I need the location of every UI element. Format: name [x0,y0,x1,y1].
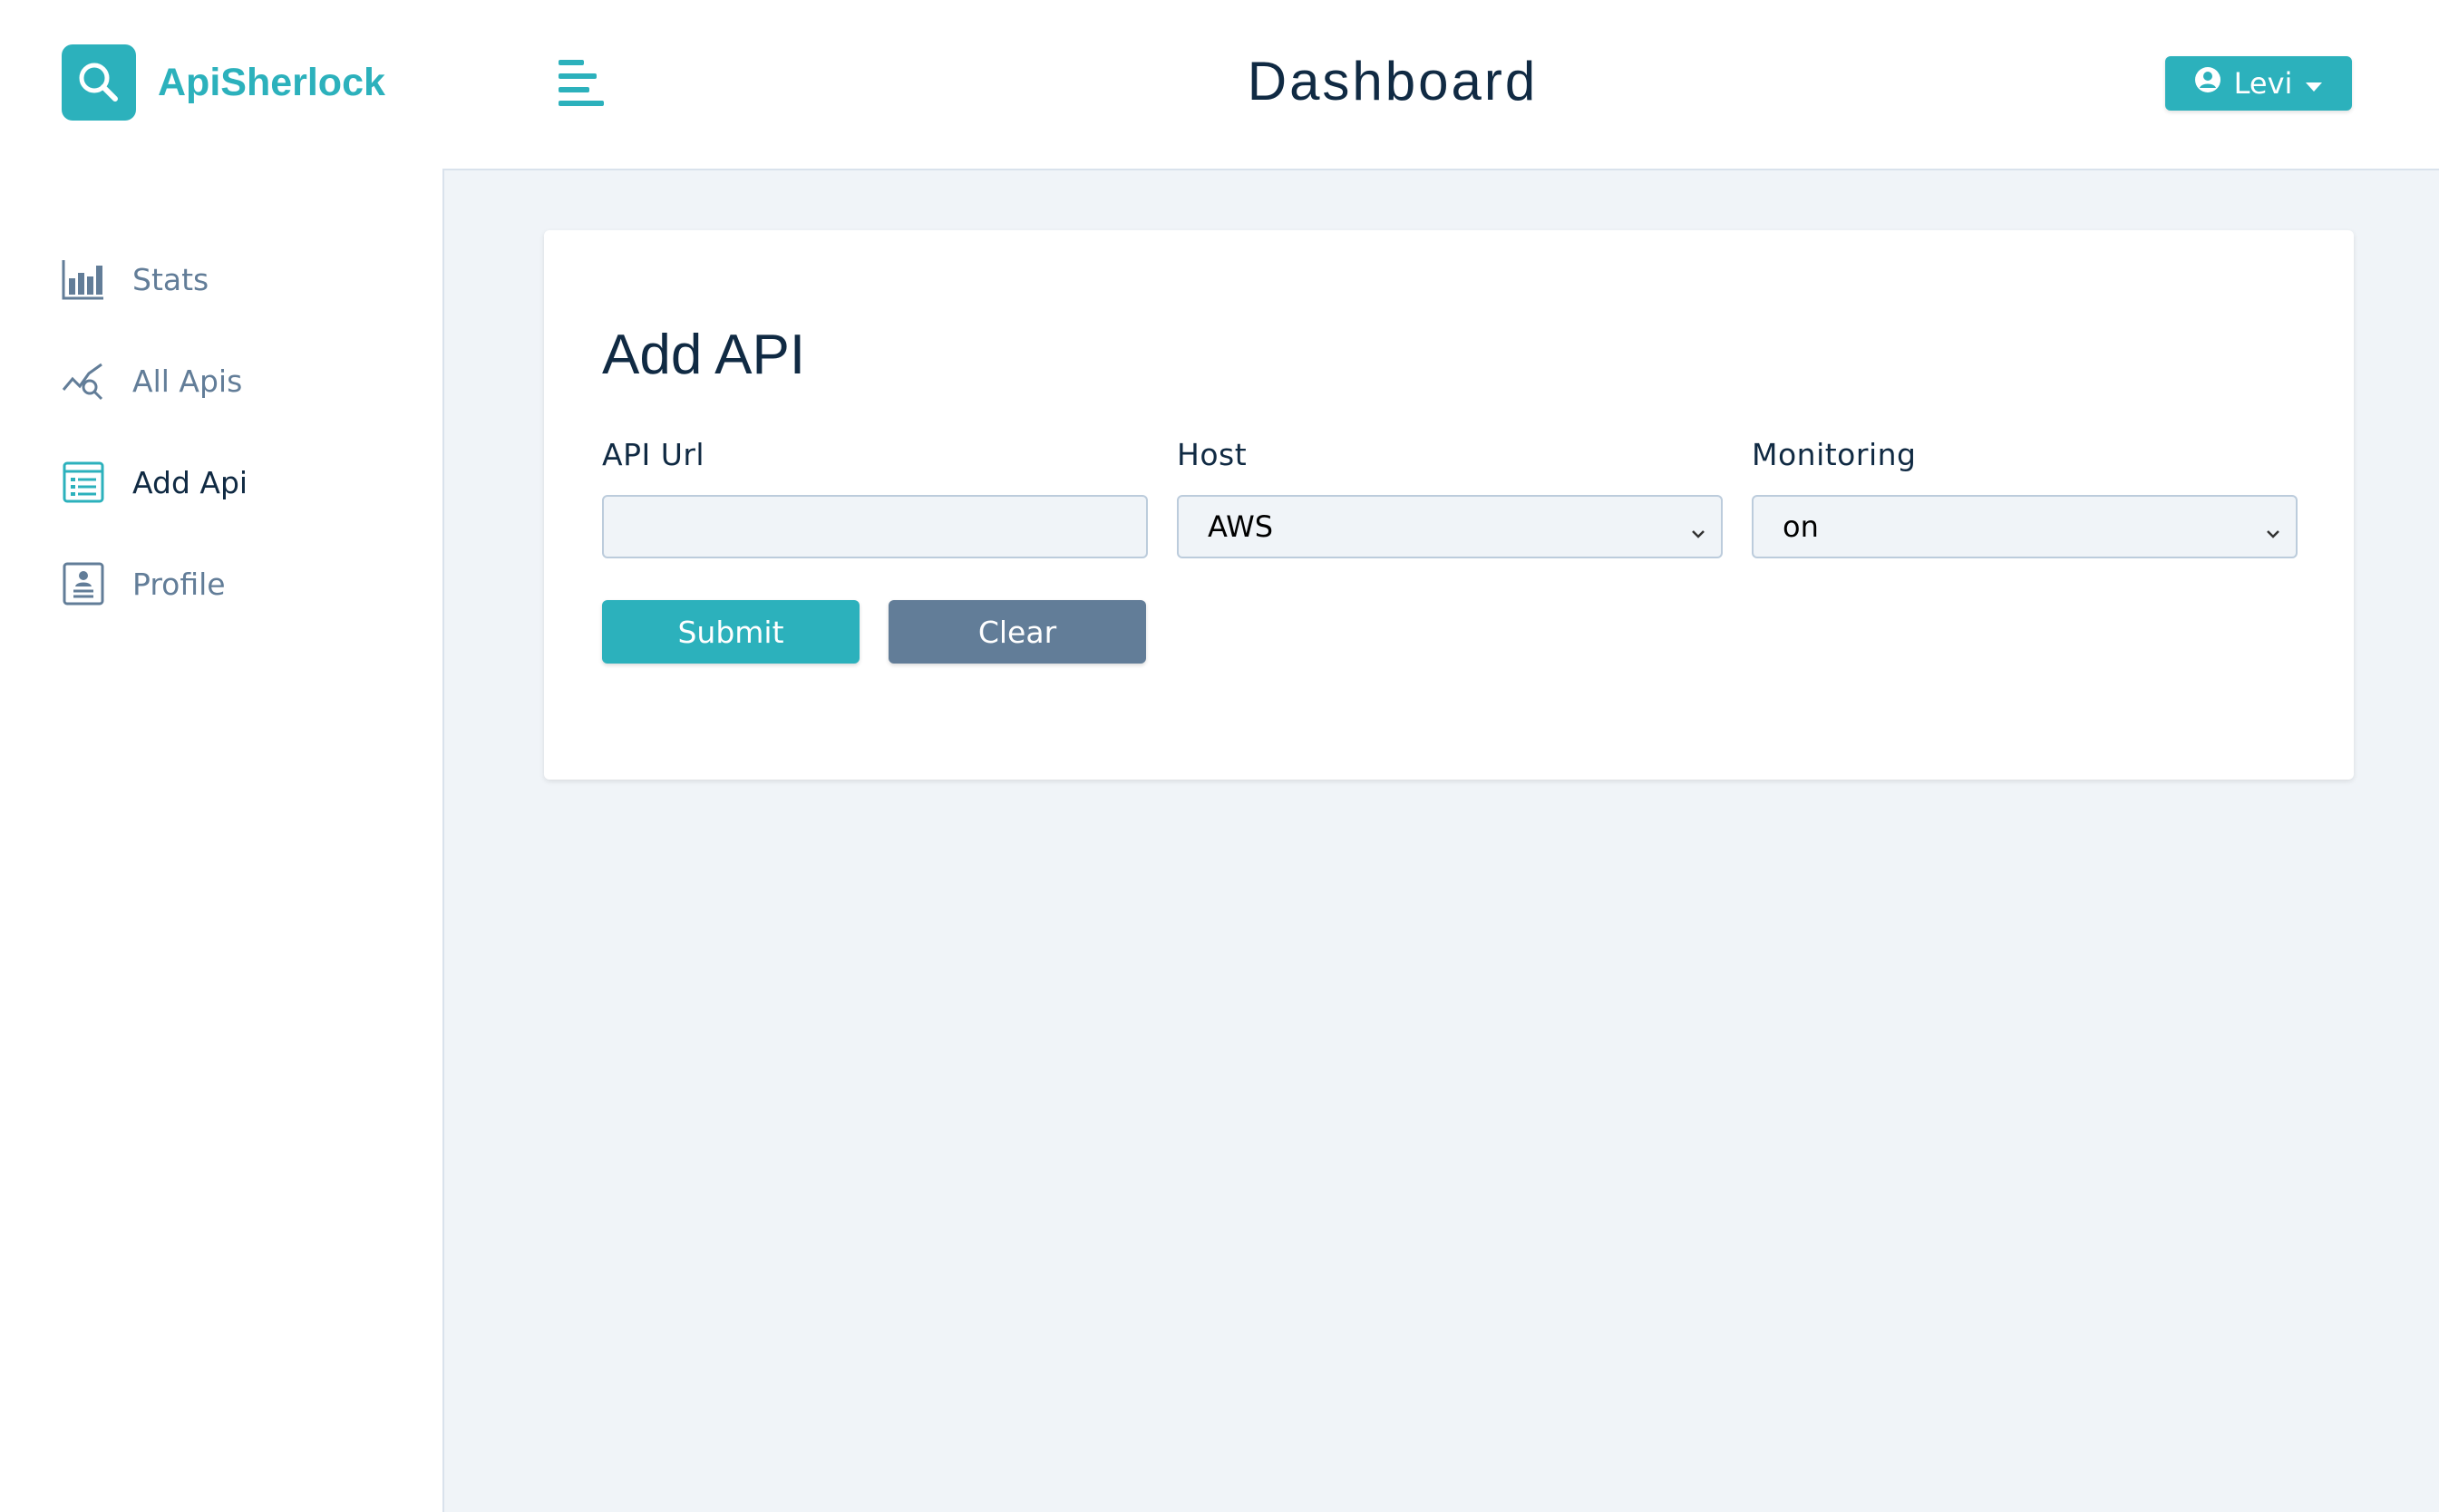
chart-search-icon [62,359,105,402]
app-name: ApiSherlock [158,60,385,104]
form-icon [62,460,105,504]
user-name: Levi [2233,66,2293,101]
sidebar-item-label: Profile [132,566,226,602]
sidebar: Stats All Apis Add Api Profile [0,169,444,1512]
bar-chart-icon [62,257,105,301]
monitoring-selected-value: on [1783,509,1819,544]
submit-button[interactable]: Submit [602,600,860,664]
host-label: Host [1177,437,1248,472]
app-logo[interactable]: ApiSherlock [62,44,385,121]
add-api-form: Add API API Url Host AWS Monitoring on S… [544,230,2354,780]
user-circle-icon [2194,66,2221,101]
monitoring-select[interactable]: on [1752,495,2298,558]
sidebar-item-label: Add Api [132,464,248,500]
main-content: Add API API Url Host AWS Monitoring on S… [444,169,2439,1512]
top-header: ApiSherlock Dashboard Levi [0,0,2439,169]
chevron-down-icon [1688,517,1708,551]
sidebar-item-label: Stats [132,261,209,297]
host-selected-value: AWS [1208,509,1274,544]
host-select[interactable]: AWS [1177,495,1723,558]
search-icon [62,44,136,121]
sidebar-item-profile[interactable]: Profile [62,557,226,611]
form-title: Add API [602,324,806,386]
api-url-input[interactable] [602,495,1148,558]
caret-down-icon [2305,66,2323,101]
profile-card-icon [62,562,105,606]
sidebar-item-label: All Apis [132,363,243,399]
page-title: Dashboard [1247,51,1539,111]
api-url-label: API Url [602,437,705,472]
sidebar-item-add-api[interactable]: Add Api [62,455,248,509]
sidebar-item-stats[interactable]: Stats [62,252,209,306]
sidebar-item-all-apis[interactable]: All Apis [62,354,242,408]
menu-icon[interactable] [557,58,606,107]
chevron-down-icon [2263,517,2283,551]
clear-button[interactable]: Clear [889,600,1146,664]
user-menu-button[interactable]: Levi [2165,56,2352,111]
monitoring-label: Monitoring [1752,437,1917,472]
